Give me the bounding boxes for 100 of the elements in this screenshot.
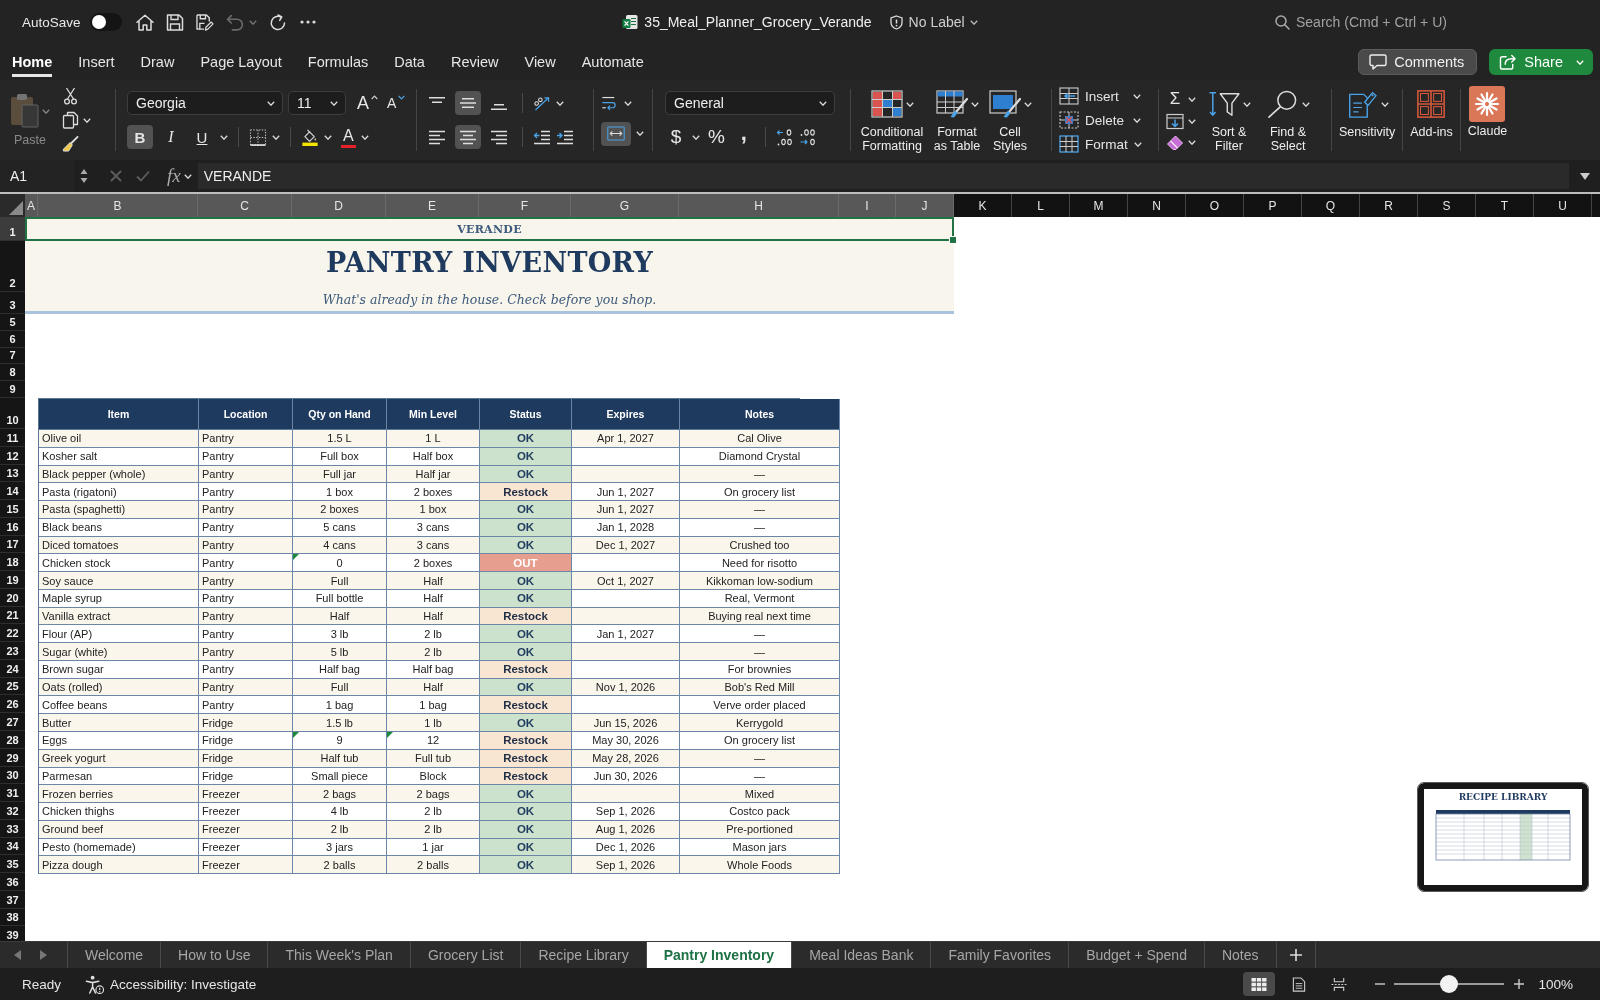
select-all-icon[interactable] (9, 201, 23, 215)
row-number[interactable]: 6 (0, 330, 25, 348)
accessibility-icon[interactable] (85, 974, 105, 994)
sensitivity-label[interactable]: No Label (908, 14, 965, 30)
number-format-dropdown[interactable]: General (665, 91, 835, 115)
delete-button[interactable]: Delete (1059, 109, 1151, 131)
orientation-icon[interactable] (533, 94, 551, 112)
sensitivity-button[interactable]: Sensitivity (1339, 87, 1396, 139)
fill-down-icon[interactable] (1166, 113, 1184, 130)
row-number[interactable]: 21 (0, 606, 25, 625)
row-number[interactable]: 20 (0, 588, 25, 607)
search-field[interactable]: Search (Cmd + Ctrl + U) (1296, 14, 1472, 30)
row-number[interactable]: 29 (0, 748, 25, 767)
percent-button[interactable]: % (705, 125, 728, 149)
row-number[interactable]: 14 (0, 482, 25, 501)
column-letter[interactable]: E (386, 194, 479, 217)
row-number[interactable]: 7 (0, 347, 25, 365)
ribbon-tab[interactable]: Data (394, 47, 425, 77)
cell-styles-button[interactable]: Cell Styles (988, 87, 1032, 153)
row-number[interactable]: 35 (0, 855, 25, 874)
row-number[interactable]: 28 (0, 731, 25, 749)
decrease-font-button[interactable]: A (385, 91, 408, 115)
spin-arrows-icon[interactable] (80, 168, 88, 184)
row-number[interactable]: 24 (0, 659, 25, 678)
copy-icon[interactable] (62, 111, 79, 129)
decrease-indent-icon[interactable] (533, 128, 551, 146)
ribbon-tab[interactable]: Home (12, 47, 53, 77)
ribbon-tab[interactable]: Automate (581, 47, 644, 77)
normal-view-button[interactable] (1243, 972, 1276, 996)
row-number[interactable]: 34 (0, 837, 25, 856)
align-center-button[interactable] (455, 125, 481, 149)
eraser-icon[interactable] (1166, 134, 1184, 151)
row-number[interactable]: 13 (0, 464, 25, 483)
row-number[interactable]: 1 (0, 217, 25, 241)
more-icon[interactable] (299, 20, 316, 24)
plus-icon[interactable] (1289, 949, 1302, 961)
increase-decimal-icon[interactable] (775, 128, 794, 146)
font-dropdown[interactable]: Georgia (127, 91, 283, 115)
insert-button[interactable]: Insert (1059, 85, 1151, 107)
brush-icon[interactable] (62, 135, 79, 153)
row-number[interactable]: 5 (0, 314, 25, 331)
zoom-slider-thumb[interactable] (1440, 975, 1459, 993)
autosave-toggle[interactable] (89, 13, 122, 31)
fill-color-icon[interactable] (301, 128, 319, 146)
row-number[interactable]: 11 (0, 429, 25, 447)
row-number[interactable]: 26 (0, 695, 25, 714)
borders-icon[interactable] (249, 128, 267, 146)
format-as-table-button[interactable]: Format as Table (932, 87, 982, 153)
add-ins-button[interactable]: Add-ins (1410, 87, 1453, 139)
row-number[interactable]: 25 (0, 677, 25, 696)
selected-cell[interactable]: VERANDE (25, 217, 954, 241)
row-number[interactable]: 12 (0, 446, 25, 465)
row-number[interactable]: 32 (0, 802, 25, 820)
increase-indent-icon[interactable] (556, 128, 574, 146)
scissors-icon[interactable] (62, 87, 79, 105)
column-letter[interactable]: B (38, 194, 198, 217)
save-edit-icon[interactable] (195, 13, 214, 31)
zoom-level[interactable]: 100% (1538, 976, 1573, 992)
format-button[interactable]: Format (1059, 133, 1151, 155)
column-letter[interactable]: H (679, 194, 839, 217)
save-icon[interactable] (165, 13, 184, 31)
align-middle-button[interactable] (455, 91, 481, 115)
row-number[interactable]: 30 (0, 766, 25, 785)
arrow-left-icon[interactable] (14, 950, 21, 960)
row-number[interactable]: 31 (0, 784, 25, 803)
formula-field[interactable]: VERANDE (197, 163, 1569, 189)
row-number[interactable]: 18 (0, 553, 25, 572)
name-box[interactable]: A1 (0, 160, 74, 192)
sheet-tab[interactable]: Pantry Inventory (645, 942, 792, 968)
column-letter[interactable]: J (896, 194, 954, 217)
ribbon-tab[interactable]: Insert (78, 47, 115, 77)
increase-font-button[interactable]: A (355, 91, 380, 115)
italic-button[interactable]: I (158, 125, 184, 149)
column-letter[interactable]: F (479, 194, 571, 217)
comma-style-button[interactable]: , (732, 125, 755, 149)
row-number[interactable]: 27 (0, 713, 25, 731)
bold-button[interactable]: B (127, 125, 153, 149)
find-select-button[interactable]: Find & Select (1262, 87, 1314, 153)
currency-button[interactable]: $ (665, 125, 687, 149)
caret-icon[interactable] (969, 19, 978, 25)
underline-button[interactable]: U (189, 125, 215, 149)
ribbon-tab[interactable]: Formulas (307, 47, 369, 77)
autosum-button[interactable]: Σ (1166, 89, 1184, 109)
row-number[interactable]: 17 (0, 535, 25, 554)
ribbon-tab[interactable]: Draw (140, 47, 175, 77)
row-number[interactable]: 15 (0, 500, 25, 518)
row-number[interactable]: 8 (0, 364, 25, 382)
column-letter[interactable]: G (571, 194, 679, 217)
function-button[interactable]: fx (167, 165, 181, 187)
font-size-dropdown[interactable]: 11 (288, 91, 346, 115)
expand-icon[interactable] (1580, 172, 1590, 180)
refresh-icon[interactable] (268, 13, 287, 31)
column-letter[interactable]: I (839, 194, 896, 217)
claude-button[interactable]: Claude (1467, 86, 1508, 138)
ribbon-tab[interactable]: Page Layout (200, 47, 282, 77)
row-number[interactable]: 16 (0, 517, 25, 536)
arrow-right-icon[interactable] (40, 950, 47, 960)
sheet-preview[interactable]: RECIPE LIBRARY (1418, 783, 1588, 891)
font-color-button[interactable]: A (341, 126, 356, 148)
decrease-decimal-icon[interactable] (798, 128, 817, 146)
